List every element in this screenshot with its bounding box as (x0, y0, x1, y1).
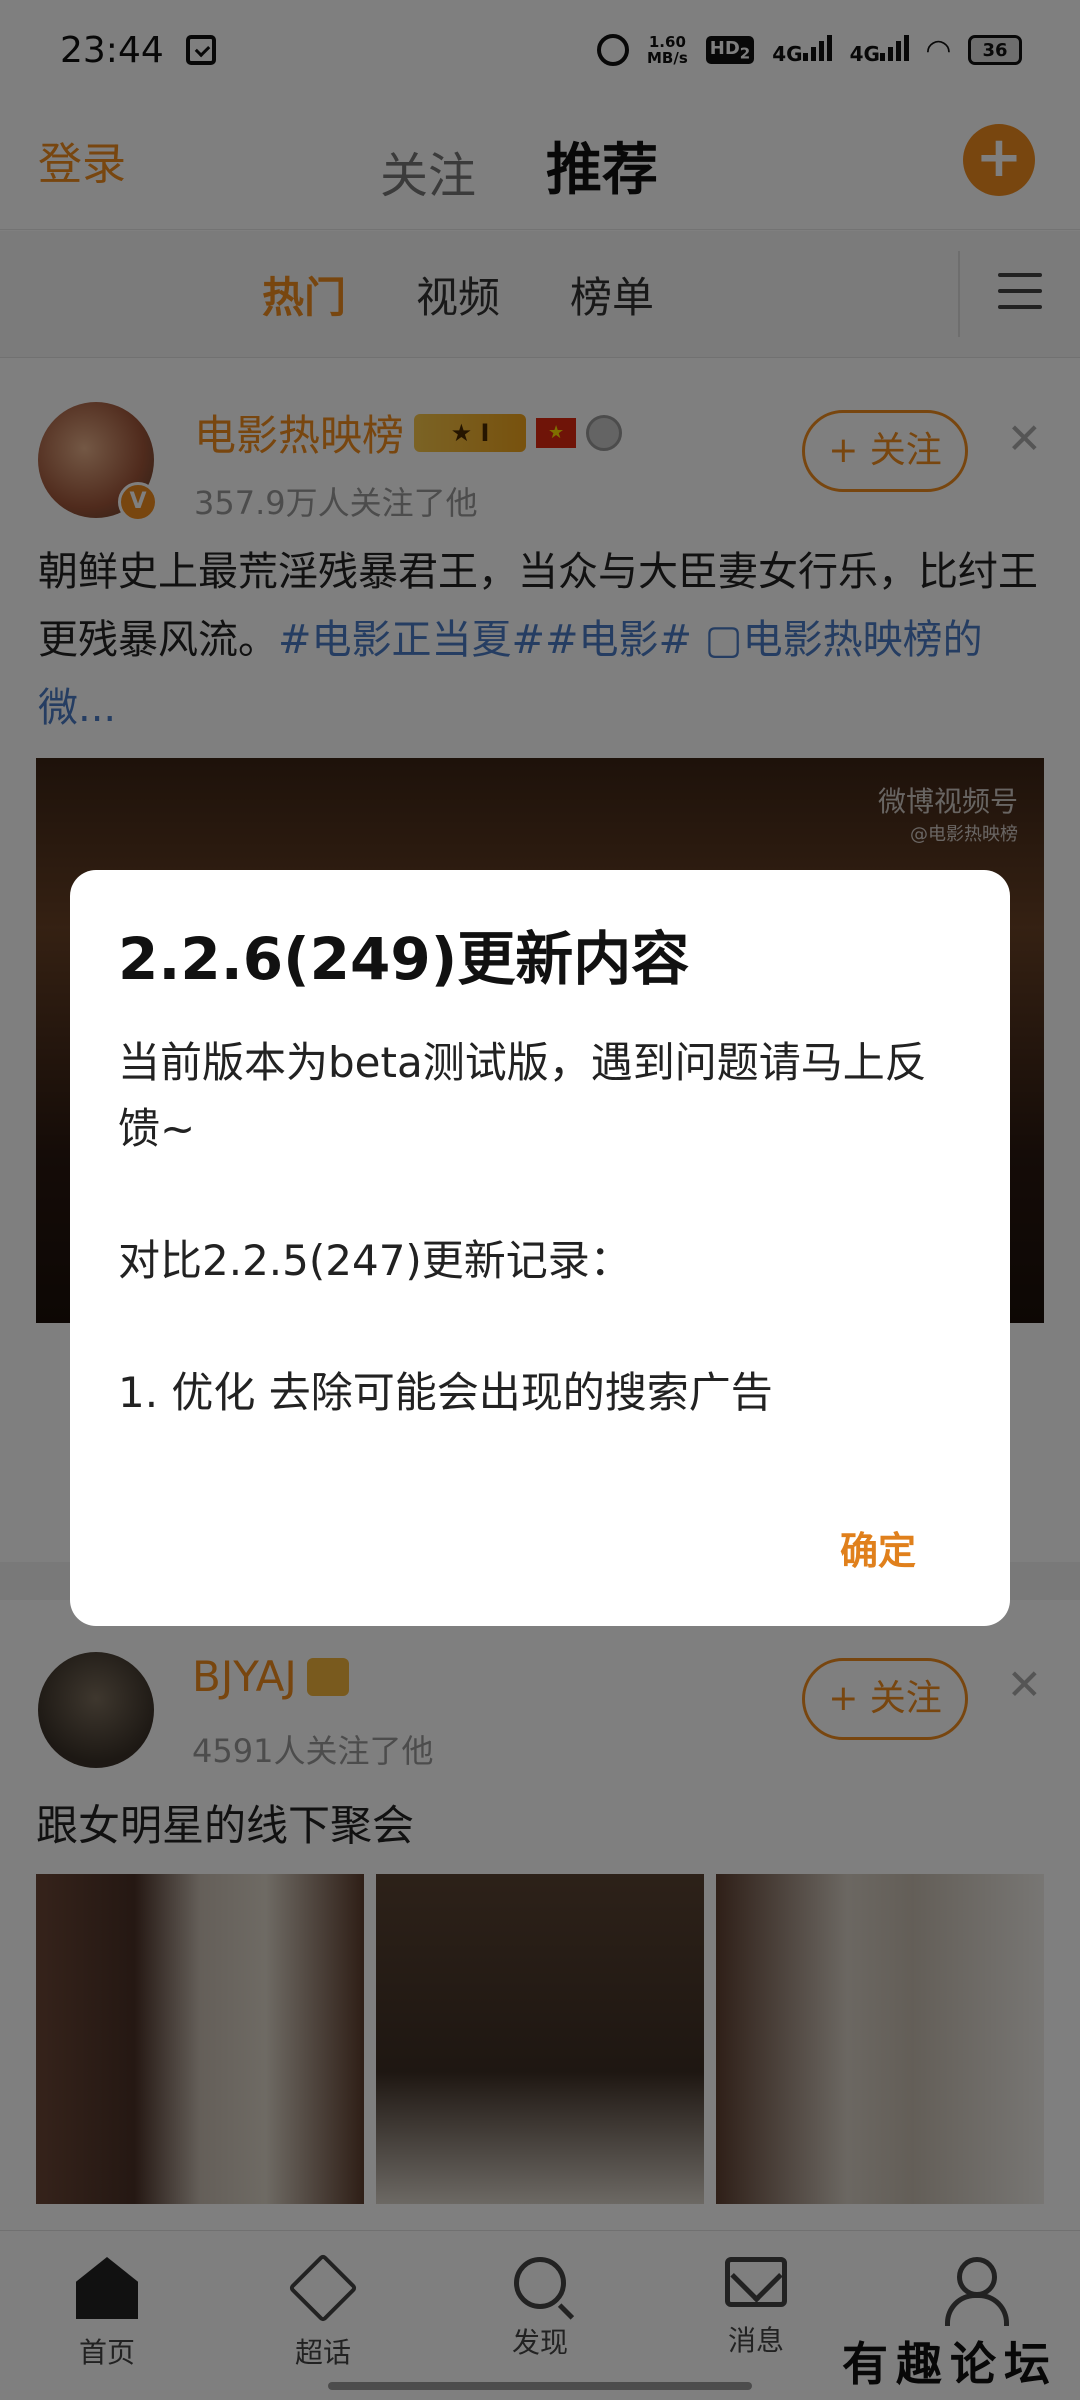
dialog-line: 对比2.2.5(247)更新记录： (118, 1236, 632, 1285)
confirm-button[interactable]: 确定 (840, 1520, 916, 1575)
update-dialog: 2.2.6(249)更新内容 当前版本为beta测试版，遇到问题请马上反馈~ 对… (70, 870, 1010, 1626)
dialog-body: 当前版本为beta测试版，遇到问题请马上反馈~ 对比2.2.5(247)更新记录… (118, 1030, 968, 1492)
dialog-title: 2.2.6(249)更新内容 (118, 925, 690, 993)
dialog-line: 1. 优化 去除可能会出现的搜索广告 (118, 1368, 773, 1417)
weibo-feed-page: 23:44 1.60MB/s HD2 4G 4G ◠ 36 登录 关注 推荐 +… (0, 0, 1080, 2400)
dialog-line: 当前版本为beta测试版，遇到问题请马上反馈~ (118, 1038, 927, 1153)
